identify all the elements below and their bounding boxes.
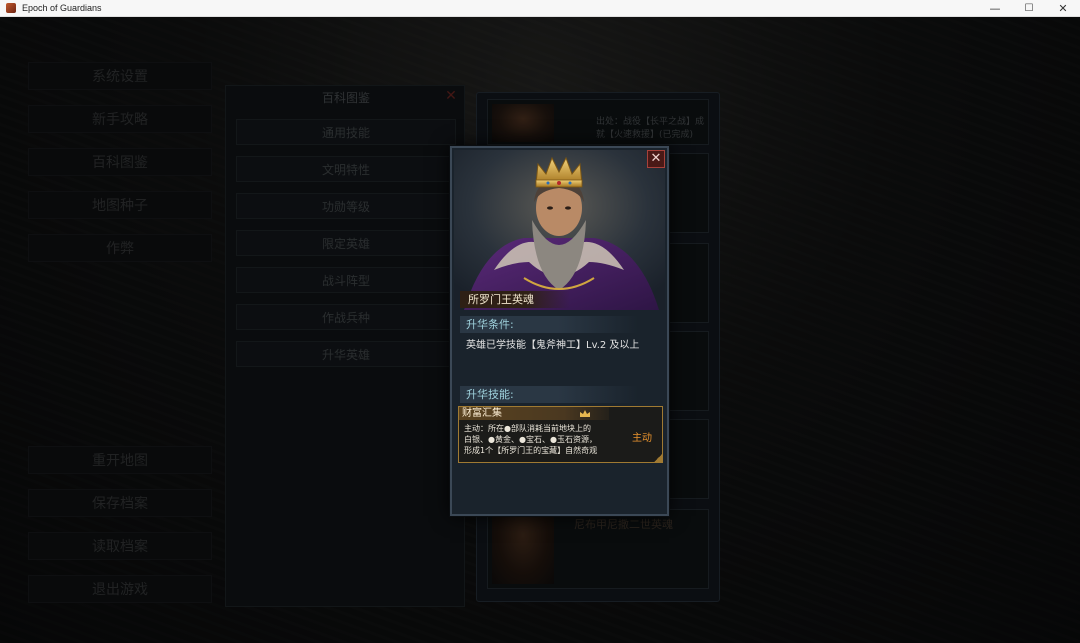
hero-name: 所罗门王英魂 (460, 291, 570, 308)
window-title: Epoch of Guardians (22, 3, 102, 13)
minimize-button[interactable]: — (978, 0, 1012, 17)
crown-icon (580, 410, 590, 417)
window-titlebar: Epoch of Guardians — ☐ ✕ (0, 0, 1080, 17)
maximize-button[interactable]: ☐ (1012, 0, 1046, 17)
skill-type-label: 主动 (632, 433, 652, 444)
modal-close-button[interactable]: ✕ (647, 150, 665, 168)
app-icon (6, 3, 16, 13)
close-window-button[interactable]: ✕ (1046, 0, 1080, 17)
card-corner (653, 453, 663, 463)
skill-desc-line: 白银、●黄金、●宝石、●玉石资源， (464, 435, 597, 444)
skill-card[interactable]: 财富汇集 主动：所在●部队消耗当前地块上的 白银、●黄金、●宝石、●玉石资源， … (458, 406, 663, 463)
skill-description: 主动：所在●部队消耗当前地块上的 白银、●黄金、●宝石、●玉石资源， 形成1个【… (464, 423, 624, 456)
skill-desc-line: 主动：所在●部队消耗当前地块上的 (464, 424, 591, 433)
skill-desc-line: 形成1个【所罗门王的宝藏】自然奇观 (464, 446, 598, 455)
window-controls: — ☐ ✕ (978, 0, 1080, 17)
hero-portrait-image (454, 150, 665, 310)
ascension-skill-header: 升华技能: (460, 386, 638, 403)
ascension-condition-header: 升华条件: (460, 316, 638, 333)
hero-detail-modal: 所罗门王英魂 ✕ 升华条件: 英雄已学技能【鬼斧神工】Lv.2 及以上 升华技能… (450, 146, 669, 516)
ascension-condition-text: 英雄已学技能【鬼斧神工】Lv.2 及以上 (466, 340, 640, 351)
hero-portrait (454, 150, 665, 310)
